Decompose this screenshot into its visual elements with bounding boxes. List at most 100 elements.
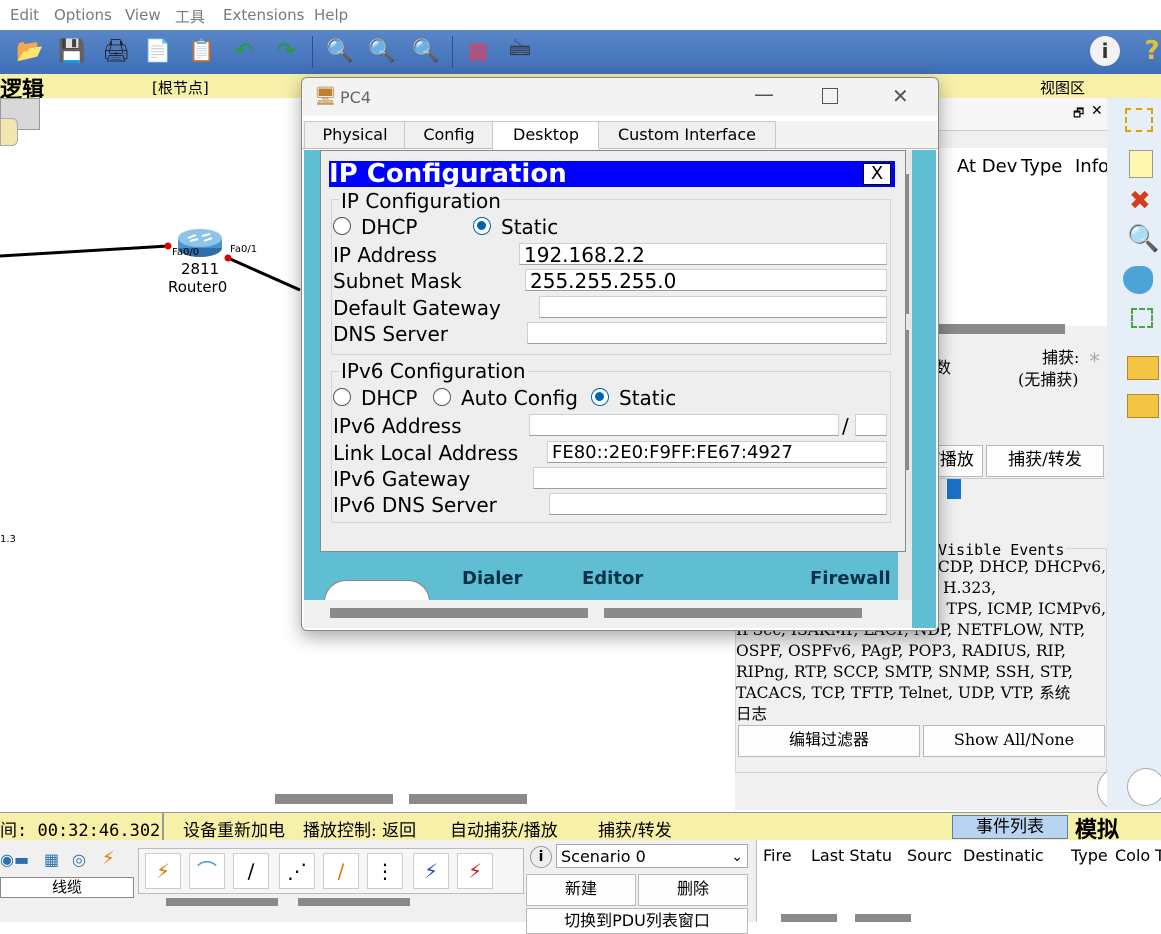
column-header[interactable]: Type: [1021, 156, 1062, 177]
info-icon[interactable]: i: [1090, 36, 1120, 66]
ipv6-dns-input[interactable]: [549, 493, 887, 515]
scenario-select[interactable]: Scenario 0 ⌄: [556, 844, 748, 868]
workspace-scrollbar-h[interactable]: [275, 794, 393, 804]
pdu-scrollbar[interactable]: [855, 914, 911, 922]
tab-config[interactable]: Config: [404, 121, 494, 148]
minimize-icon[interactable]: —: [754, 82, 774, 106]
playback-controls[interactable]: 播放控制: 返回: [303, 816, 416, 841]
console-cable-icon[interactable]: ⌒: [189, 853, 225, 889]
auto-capture-button[interactable]: 自动捕获/播放: [450, 816, 558, 841]
ipv6-address-input[interactable]: [529, 414, 839, 436]
desktop-scrollbar-h[interactable]: [304, 600, 912, 628]
pdu-column-header[interactable]: Sourc: [907, 846, 952, 865]
note-icon[interactable]: [1129, 150, 1153, 178]
dns-server-input[interactable]: [527, 322, 887, 344]
delete-scenario-button[interactable]: 删除: [638, 874, 748, 906]
scroll-thumb[interactable]: [604, 608, 862, 618]
open-folder-icon[interactable]: 📂: [14, 35, 46, 67]
resize-icon[interactable]: [1131, 308, 1153, 328]
tab-desktop[interactable]: Desktop: [492, 121, 600, 150]
select-icon[interactable]: [1125, 108, 1153, 132]
pdu-column-header[interactable]: Fire: [763, 846, 792, 865]
pdu-column-header[interactable]: Colo: [1115, 846, 1150, 865]
palette-icon[interactable]: ▦: [462, 35, 494, 67]
menu-view[interactable]: View: [125, 6, 161, 24]
zoom-out-icon[interactable]: 🔍: [410, 35, 442, 67]
pdu-column-header[interactable]: Last Statu: [811, 846, 892, 865]
zoom-reset-icon[interactable]: 🔍: [366, 35, 398, 67]
ipv4-static-radio[interactable]: [473, 217, 491, 235]
scroll-thumb[interactable]: [330, 608, 588, 618]
router-category-icon[interactable]: ◉: [0, 850, 14, 869]
dialog-titlebar[interactable]: 🖥 PC4 — ✕: [302, 78, 938, 116]
inspect-icon[interactable]: 🔍: [1127, 224, 1159, 254]
show-all-none-button[interactable]: Show All/None: [923, 725, 1105, 757]
serial-dce-cable-icon[interactable]: ⚡: [457, 853, 493, 889]
close-icon[interactable]: ✕: [892, 84, 909, 108]
capture-forward-button[interactable]: 捕获/转发: [986, 445, 1104, 477]
default-gateway-input[interactable]: [539, 296, 887, 318]
capture-forward-status[interactable]: 捕获/转发: [598, 816, 672, 841]
slider-handle[interactable]: [947, 479, 961, 499]
custom-device-icon[interactable]: 🖮: [504, 35, 536, 67]
pdu-column-header[interactable]: Type: [1071, 846, 1108, 865]
pdu-column-header[interactable]: T: [1155, 846, 1161, 865]
menu-options[interactable]: Options: [54, 6, 112, 24]
coaxial-cable-icon[interactable]: ⚡: [413, 853, 449, 889]
hub-category-icon[interactable]: ▦: [44, 850, 59, 869]
menu-edit[interactable]: Edit: [10, 6, 39, 24]
link-local-input[interactable]: FE80::2E0:F9FF:FE67:4927: [547, 441, 887, 463]
scenario-info-icon[interactable]: i: [530, 846, 552, 868]
crossover-cable-icon[interactable]: ⋰: [279, 853, 315, 889]
auto-cable-icon[interactable]: ⚡: [145, 853, 181, 889]
edit-filter-button[interactable]: 编辑过滤器: [738, 725, 920, 757]
phone-cable-icon[interactable]: ⋮: [367, 853, 403, 889]
wireless-category-icon[interactable]: ◎: [72, 850, 86, 869]
workspace-scrollbar-h[interactable]: [409, 794, 527, 804]
help-icon[interactable]: ?: [1136, 35, 1161, 67]
ipv6-static-radio[interactable]: [591, 388, 609, 406]
ipv6-gateway-input[interactable]: [533, 467, 887, 489]
event-list-toggle[interactable]: 事件列表: [952, 815, 1068, 839]
switch-category-icon[interactable]: ▬: [14, 850, 29, 869]
undo-icon[interactable]: ↶: [228, 35, 260, 67]
redo-icon[interactable]: ↷: [270, 35, 302, 67]
ipv4-dhcp-radio[interactable]: [333, 217, 351, 235]
connections-category-icon[interactable]: ⚡: [102, 848, 115, 869]
add-complex-pdu-icon[interactable]: [1127, 394, 1159, 418]
viewport-label[interactable]: 视图区: [1040, 77, 1085, 98]
pdu-column-header[interactable]: Destinatic: [963, 846, 1044, 865]
close-icon[interactable]: ✕: [1091, 103, 1103, 119]
draw-shape-icon[interactable]: [1123, 266, 1153, 294]
restore-icon[interactable]: 🗗: [1073, 104, 1084, 125]
fiber-cable-icon[interactable]: ∕: [323, 853, 359, 889]
menu-tools[interactable]: 工具: [175, 6, 205, 27]
tab-physical[interactable]: Physical: [304, 121, 406, 148]
root-node-label[interactable]: [根节点]: [152, 77, 209, 98]
menu-extensions[interactable]: Extensions: [223, 6, 304, 24]
ipv6-prefix-input[interactable]: [855, 414, 887, 436]
save-icon[interactable]: 💾: [56, 35, 88, 67]
add-simple-pdu-icon[interactable]: [1127, 356, 1159, 380]
copy-icon[interactable]: 📋: [186, 35, 218, 67]
ipv6-dhcp-radio[interactable]: [333, 388, 351, 406]
event-list-scrollbar[interactable]: [921, 324, 1065, 334]
power-cycle-button[interactable]: 设备重新加电: [183, 816, 285, 841]
subnet-mask-input[interactable]: 255.255.255.0: [525, 269, 887, 291]
switch-pdu-list-button[interactable]: 切换到PDU列表窗口: [526, 908, 748, 934]
activity-wizard-icon[interactable]: 📄: [142, 35, 174, 67]
menu-help[interactable]: Help: [314, 6, 348, 24]
speed-slider[interactable]: [935, 478, 1105, 501]
palette-scrollbar[interactable]: [298, 898, 410, 906]
palette-scrollbar[interactable]: [166, 898, 278, 906]
delete-icon[interactable]: ✖: [1129, 186, 1151, 216]
maximize-icon[interactable]: [822, 88, 838, 104]
realtime-icon[interactable]: [1127, 768, 1161, 806]
print-icon[interactable]: 🖨: [100, 35, 132, 67]
column-header[interactable]: Info: [1075, 156, 1109, 177]
ip-config-close-button[interactable]: X: [863, 163, 891, 185]
dialer-app-icon[interactable]: [324, 580, 430, 602]
ipv6-auto-config-radio[interactable]: [433, 388, 451, 406]
zoom-in-icon[interactable]: 🔍: [324, 35, 356, 67]
column-header[interactable]: At Dev: [957, 156, 1017, 177]
